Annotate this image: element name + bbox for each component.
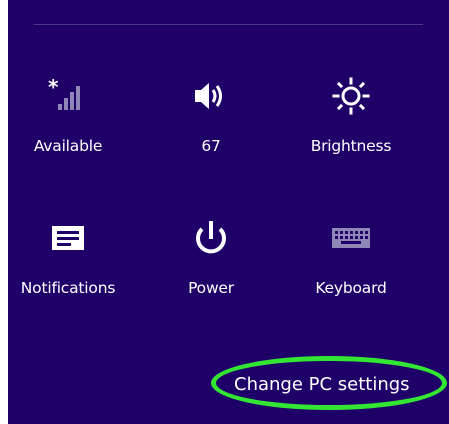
keyboard-tile[interactable]: Keyboard — [291, 214, 411, 297]
power-label: Power — [188, 279, 234, 297]
notifications-tile[interactable]: Notifications — [8, 214, 128, 297]
notifications-icon — [52, 226, 84, 250]
power-tile[interactable]: Power — [151, 214, 271, 297]
brightness-label: Brightness — [310, 137, 392, 155]
network-label: Available — [33, 137, 103, 155]
brightness-icon — [332, 77, 370, 115]
network-icon: * — [48, 78, 80, 110]
svg-text:*: * — [48, 78, 59, 99]
divider — [34, 24, 423, 25]
volume-tile[interactable]: 67 — [151, 72, 271, 155]
brightness-tile[interactable]: Brightness — [291, 72, 411, 155]
settings-panel: * Available 67 Brightness Notifications … — [8, 0, 449, 424]
change-pc-settings-link[interactable]: Change PC settings — [234, 374, 410, 395]
volume-icon — [195, 83, 222, 109]
volume-label: 67 — [201, 137, 221, 155]
keyboard-icon — [332, 228, 370, 248]
keyboard-label: Keyboard — [315, 279, 387, 297]
notifications-label: Notifications — [20, 279, 116, 297]
power-icon — [196, 221, 226, 254]
network-tile[interactable]: * Available — [8, 72, 128, 155]
